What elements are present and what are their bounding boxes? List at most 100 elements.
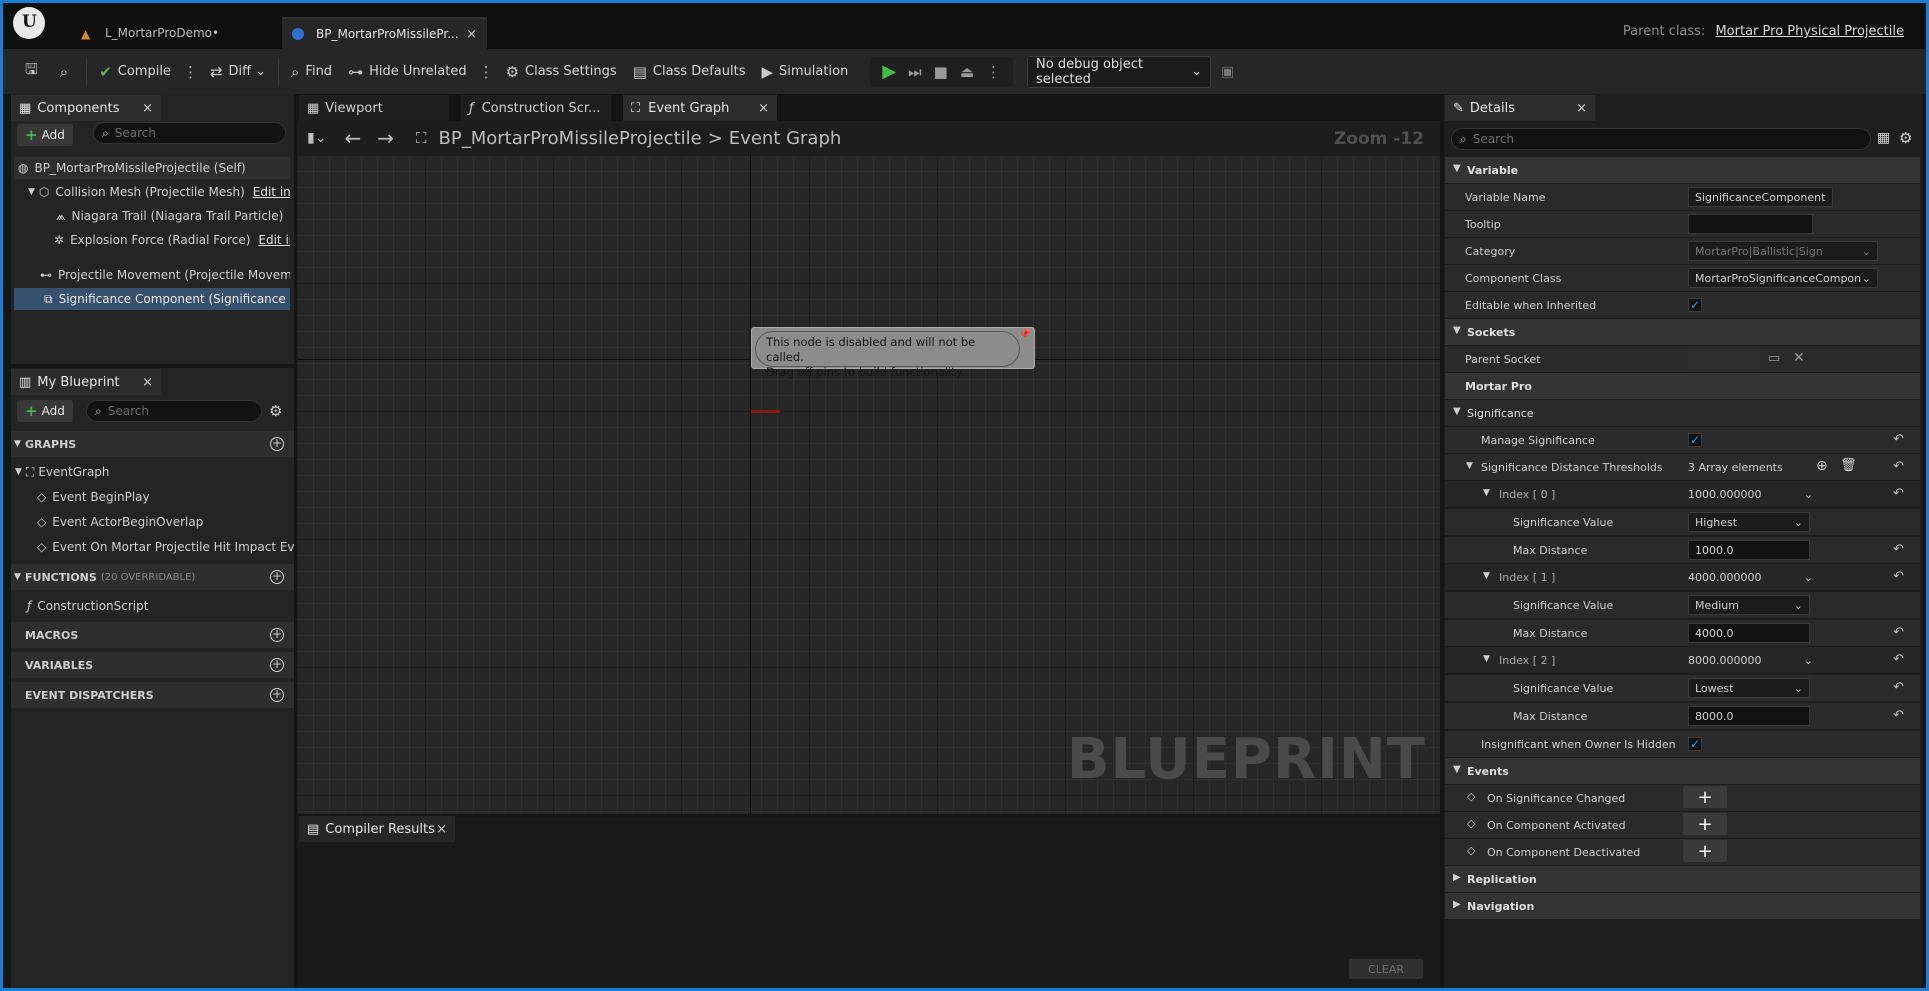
- chevron-down-icon[interactable]: ⌄: [1804, 654, 1813, 667]
- chevron-down-icon[interactable]: ⌄: [1804, 488, 1813, 501]
- reset-arrow-icon[interactable]: ↶: [1893, 625, 1904, 640]
- section-sockets[interactable]: ▼ Sockets: [1445, 319, 1920, 346]
- tree-item-event-actor-begin-overlap[interactable]: ◇ Event ActorBeginOverlap: [11, 511, 294, 533]
- trash-icon[interactable]: 🗑: [1840, 458, 1857, 473]
- add-component-button[interactable]: + Add: [17, 124, 73, 146]
- reset-arrow-icon[interactable]: ↶: [1893, 569, 1904, 584]
- edit-in-link[interactable]: Edit in: [258, 233, 290, 247]
- add-event-button[interactable]: +: [1683, 813, 1727, 835]
- manage-significance-checkbox[interactable]: ✓: [1688, 433, 1702, 447]
- tab-components[interactable]: ▦ Components ×: [11, 95, 161, 121]
- hide-unrelated-button[interactable]: ⊶ Hide Unrelated: [340, 57, 475, 87]
- macros-category[interactable]: MACROS +: [11, 622, 294, 648]
- tab-my-blueprint[interactable]: ▥ My Blueprint ×: [11, 369, 161, 395]
- edit-in-link[interactable]: Edit in: [253, 185, 290, 199]
- reset-arrow-icon[interactable]: ↶: [1893, 459, 1904, 474]
- compile-options-icon[interactable]: ⋮: [179, 63, 202, 81]
- components-search-input[interactable]: ⌕ Search: [93, 122, 286, 144]
- unreal-logo-icon[interactable]: [13, 7, 45, 39]
- tree-item-event-hit-impact[interactable]: ◇ Event On Mortar Projectile Hit Impact E…: [11, 536, 294, 558]
- component-class-select[interactable]: MortarProSignificanceCompon ⌄: [1688, 268, 1878, 288]
- add-blueprint-item-button[interactable]: + Add: [17, 400, 73, 422]
- chevron-down-icon[interactable]: ⌄: [1804, 571, 1813, 584]
- tree-item-niagara-trail[interactable]: ⩕ Niagara Trail (Niagara Trail Particle): [14, 205, 290, 227]
- add-dispatcher-icon[interactable]: +: [270, 688, 284, 702]
- parent-socket-field[interactable]: [1688, 349, 1760, 369]
- class-settings-button[interactable]: ⚙ Class Settings: [498, 57, 625, 87]
- tree-item-significance-component[interactable]: ⧉ Significance Component (Significance C: [14, 288, 290, 310]
- breadcrumb-blueprint[interactable]: BP_MortarProMissileProjectile: [438, 128, 701, 149]
- tab-event-graph[interactable]: ⛶ Event Graph ×: [623, 95, 777, 121]
- debug-object-select[interactable]: No debug object selected ⌄: [1027, 55, 1212, 88]
- tree-item-self[interactable]: ◍ BP_MortarProMissileProjectile (Self): [14, 157, 290, 179]
- tree-item-explosion-force[interactable]: ✲ Explosion Force (Radial Force) Edit in: [14, 229, 290, 251]
- stop-icon[interactable]: ■: [934, 63, 948, 81]
- tree-item-event-graph[interactable]: ▼ ⛶ EventGraph: [11, 461, 294, 483]
- clear-socket-icon[interactable]: ✕: [1793, 350, 1805, 366]
- max-distance-field[interactable]: 4000.0: [1688, 623, 1810, 643]
- collapse-arrow-icon[interactable]: ▼: [1483, 654, 1490, 664]
- add-macro-icon[interactable]: +: [270, 628, 284, 642]
- my-blueprint-search-input[interactable]: ⌕ Search: [86, 400, 262, 422]
- tab-compiler-results[interactable]: ▤ Compiler Results ×: [299, 816, 455, 842]
- collapse-arrow-icon[interactable]: ▼: [1466, 461, 1473, 471]
- gear-icon[interactable]: ⚙: [1899, 129, 1912, 147]
- tree-item-event-begin-play[interactable]: ◇ Event BeginPlay: [11, 486, 294, 508]
- tree-item-construction-script[interactable]: ƒ ConstructionScript: [11, 595, 294, 617]
- add-graph-icon[interactable]: +: [270, 437, 284, 451]
- close-icon[interactable]: ×: [436, 822, 447, 837]
- parent-class-link[interactable]: Mortar Pro Physical Projectile: [1715, 24, 1904, 39]
- pin-icon[interactable]: 📌: [1019, 329, 1031, 340]
- reset-arrow-icon[interactable]: ↶: [1893, 432, 1904, 447]
- table-view-icon[interactable]: ▦: [1877, 130, 1890, 146]
- eject-icon[interactable]: ⏏: [960, 63, 974, 81]
- section-events[interactable]: ▼ Events: [1445, 758, 1920, 785]
- tab-level[interactable]: ▲ L_MortarProDemo•: [71, 17, 281, 49]
- bookmark-icon[interactable]: ▮⌄: [307, 130, 326, 146]
- class-defaults-button[interactable]: ▤ Class Defaults: [625, 57, 754, 87]
- collapse-arrow-icon[interactable]: ▼: [1483, 571, 1490, 581]
- significance-value-select[interactable]: Medium ⌄: [1688, 595, 1810, 615]
- section-significance[interactable]: ▼ Significance: [1445, 400, 1920, 427]
- variables-category[interactable]: VARIABLES +: [11, 652, 294, 678]
- hide-unrelated-options-icon[interactable]: ⋮: [475, 63, 498, 81]
- significance-value-select[interactable]: Lowest ⌄: [1688, 678, 1810, 698]
- tab-blueprint[interactable]: BP_MortarProMissilePr... ×: [282, 17, 487, 49]
- functions-category[interactable]: ▼ FUNCTIONS (20 OVERRIDABLE) +: [11, 564, 294, 590]
- add-event-button[interactable]: +: [1683, 786, 1727, 808]
- play-options-icon[interactable]: ⋮: [986, 63, 1001, 81]
- event-dispatchers-category[interactable]: EVENT DISPATCHERS +: [11, 682, 294, 708]
- browse-button[interactable]: ⌕: [52, 57, 82, 87]
- add-event-button[interactable]: +: [1683, 840, 1727, 862]
- find-button[interactable]: ⌕ Find: [283, 57, 340, 87]
- insignificant-checkbox[interactable]: ✓: [1688, 737, 1702, 751]
- graphs-category[interactable]: ▼ GRAPHS +: [11, 431, 294, 457]
- tab-details[interactable]: ✎ Details ×: [1445, 95, 1595, 121]
- reset-arrow-icon[interactable]: ↶: [1893, 542, 1904, 557]
- collapse-arrow-icon[interactable]: ▼: [28, 187, 35, 197]
- gear-icon[interactable]: ⚙: [269, 402, 282, 420]
- tab-viewport[interactable]: ▦ Viewport: [299, 95, 449, 121]
- diff-button[interactable]: ⇄ Diff ⌄: [202, 57, 274, 87]
- close-icon[interactable]: ×: [466, 27, 477, 42]
- event-graph-canvas[interactable]: This node is disabled and will not be ca…: [297, 155, 1440, 814]
- back-arrow-icon[interactable]: ←: [344, 126, 361, 150]
- simulation-button[interactable]: ▶ Simulation: [753, 57, 856, 87]
- save-button[interactable]: 🖫: [17, 57, 52, 87]
- tooltip-field[interactable]: [1688, 214, 1813, 234]
- step-icon[interactable]: ⏭: [908, 63, 922, 81]
- max-distance-field[interactable]: 1000.0: [1688, 540, 1810, 560]
- add-function-icon[interactable]: +: [270, 570, 284, 584]
- play-icon[interactable]: ▶: [882, 61, 896, 82]
- close-icon[interactable]: ×: [758, 101, 769, 116]
- category-select[interactable]: MortarPro|Ballistic|Sign ⌄: [1688, 241, 1878, 261]
- reset-arrow-icon[interactable]: ↶: [1893, 486, 1904, 501]
- tree-item-collision-mesh[interactable]: ▼ ⬡ Collision Mesh (Projectile Mesh) Edit i…: [14, 181, 290, 203]
- tree-item-projectile-movement[interactable]: ⊷ Projectile Movement (Projectile Movem: [14, 264, 290, 286]
- tab-construction-script[interactable]: ƒ Construction Scr...: [461, 95, 611, 121]
- reset-arrow-icon[interactable]: ↶: [1893, 680, 1904, 695]
- forward-arrow-icon[interactable]: →: [377, 126, 394, 150]
- compile-button[interactable]: ✔ Compile: [91, 57, 179, 87]
- editable-checkbox[interactable]: ✓: [1688, 298, 1702, 312]
- reset-arrow-icon[interactable]: ↶: [1893, 652, 1904, 667]
